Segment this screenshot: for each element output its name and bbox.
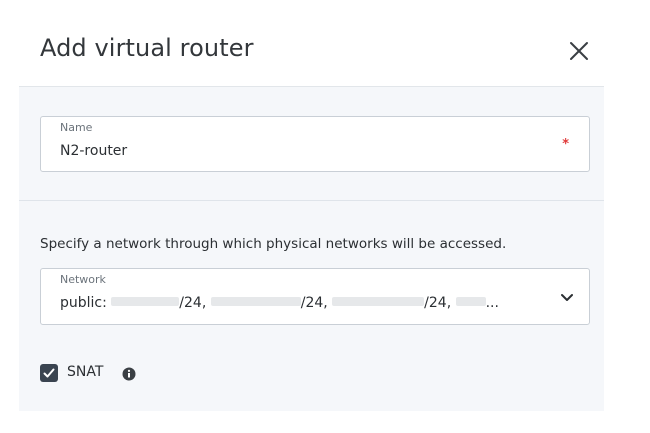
network-value-prefix: public: — [60, 295, 112, 311]
network-ellipsis: ... — [485, 295, 499, 311]
name-field-value[interactable]: N2-router — [60, 143, 127, 159]
dialog-header: Add virtual router — [0, 0, 620, 86]
snat-checkbox[interactable] — [40, 364, 58, 382]
section-divider — [19, 200, 604, 201]
network-select[interactable]: Network public: /24, /24, /24, ... — [40, 268, 590, 325]
dialog-title: Add virtual router — [40, 34, 254, 62]
required-marker: * — [562, 137, 569, 152]
name-field[interactable]: Name N2-router * — [40, 116, 590, 172]
redacted-address — [210, 297, 301, 306]
chevron-down-icon[interactable] — [561, 288, 573, 301]
network-segment-3: /24, — [424, 295, 456, 311]
info-icon[interactable] — [122, 366, 136, 381]
add-virtual-router-dialog: Add virtual router Name N2-router * Spec… — [0, 0, 650, 433]
network-field-label: Network — [60, 273, 106, 286]
redacted-address — [455, 297, 486, 306]
snat-label: SNAT — [67, 364, 104, 380]
network-hint: Specify a network through which physical… — [40, 236, 507, 252]
network-segment-2: /24, — [300, 295, 333, 311]
close-icon[interactable] — [566, 38, 592, 64]
network-field-value: public: /24, /24, /24, ... — [60, 295, 499, 311]
check-icon — [43, 368, 55, 378]
network-segment-1: /24, — [179, 295, 211, 311]
redacted-address — [111, 297, 180, 306]
redacted-address — [332, 297, 425, 306]
name-field-label: Name — [60, 121, 93, 134]
